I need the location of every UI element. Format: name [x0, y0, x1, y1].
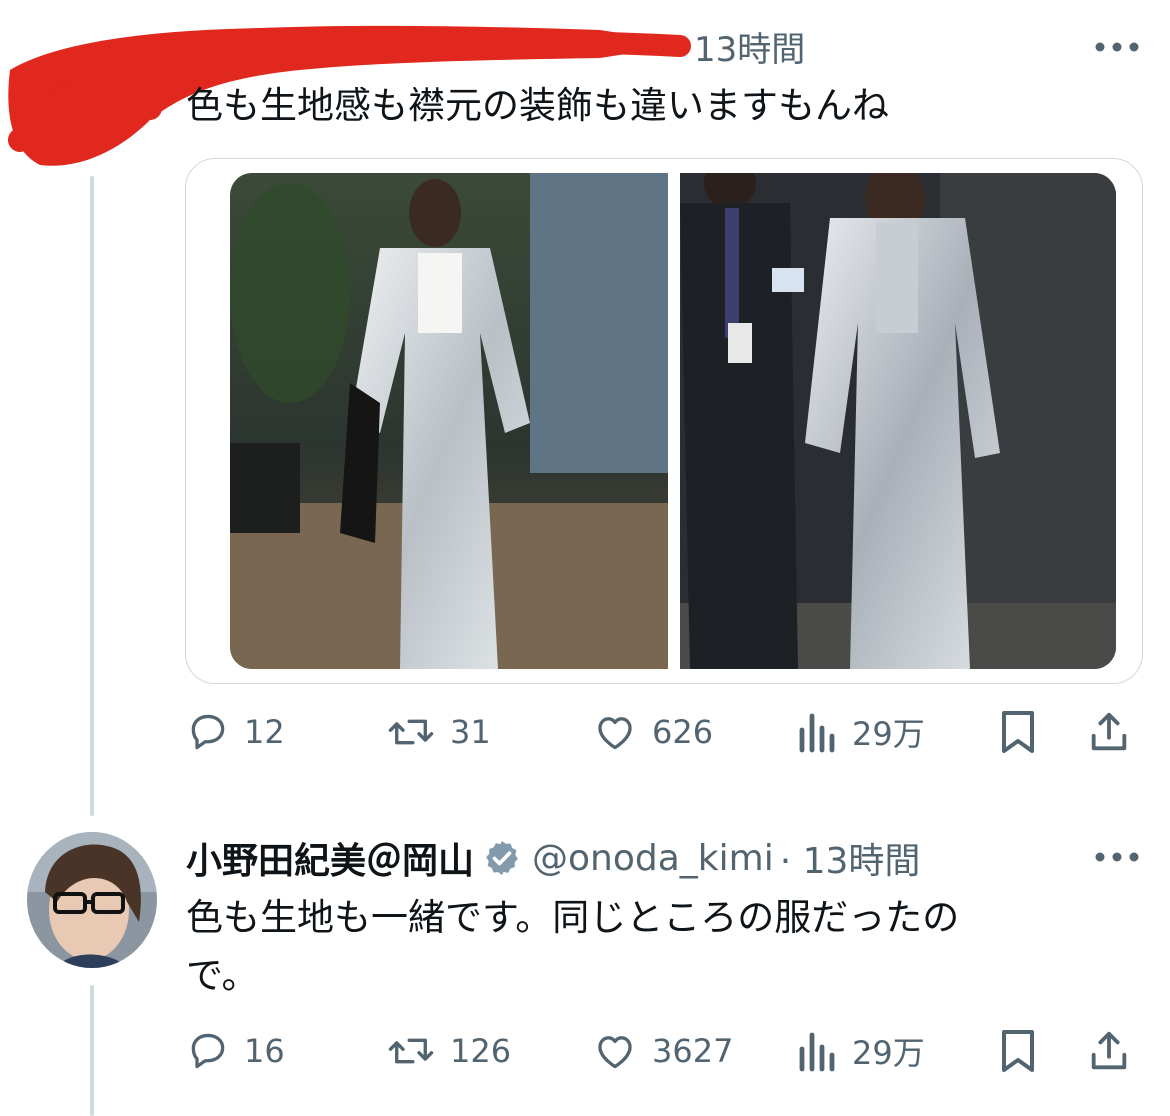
like-count: 626: [652, 713, 714, 751]
handle[interactable]: @onoda_kimi: [532, 838, 774, 879]
bookmark-icon: [1002, 1030, 1034, 1072]
bookmark-button[interactable]: [998, 702, 1038, 762]
tweet2-text-line1: 色も生地も一緒です。同じところの服だったの: [186, 896, 960, 939]
views-count: 29万: [852, 1034, 925, 1072]
reply-button[interactable]: 12: [186, 702, 285, 762]
like-icon: [598, 1036, 632, 1069]
tweet1-text: 色も生地感も襟元の装飾も違いますもんね: [186, 84, 889, 127]
views-count: 29万: [852, 715, 925, 753]
thread-line-bottom: [90, 985, 94, 1116]
retweet-icon: [388, 719, 434, 745]
photo-right[interactable]: [680, 173, 1116, 669]
tweet2-text-line2: で。: [186, 954, 259, 997]
share-icon: [1091, 712, 1127, 751]
retweet-count: 31: [450, 713, 491, 751]
thread-line-top: [90, 176, 94, 816]
retweet-icon: [388, 1038, 434, 1064]
tweet2-timestamp[interactable]: · 13時間: [780, 832, 921, 884]
share-button[interactable]: [1086, 702, 1132, 762]
like-count: 3627: [652, 1032, 734, 1070]
like-button[interactable]: 3627: [592, 1021, 733, 1081]
bookmark-button[interactable]: [998, 1021, 1038, 1081]
reply-icon: [191, 714, 225, 750]
verified-badge-icon: [486, 841, 518, 875]
bookmark-icon: [1002, 711, 1034, 753]
reply-icon: [191, 1033, 225, 1069]
views-icon: [799, 1032, 835, 1072]
display-name[interactable]: 小野田紀美＠岡山: [186, 832, 474, 884]
share-icon: [1091, 1031, 1127, 1070]
reply-count: 16: [244, 1032, 285, 1070]
tweet1-timestamp[interactable]: 13時間: [694, 22, 805, 71]
tweet1-media[interactable]: [185, 158, 1143, 684]
views-button[interactable]: 29万: [798, 1021, 925, 1081]
views-button[interactable]: 29万: [798, 702, 925, 762]
like-icon: [598, 717, 632, 750]
tweet2-header: 小野田紀美＠岡山 @onoda_kimi · 13時間: [186, 832, 920, 884]
avatar[interactable]: [27, 832, 157, 968]
like-button[interactable]: 626: [592, 702, 713, 762]
more-icon[interactable]: [1094, 38, 1140, 57]
retweet-count: 126: [450, 1032, 512, 1070]
share-button[interactable]: [1086, 1021, 1132, 1081]
photo-left[interactable]: [230, 173, 668, 669]
views-icon: [799, 713, 835, 753]
retweet-button[interactable]: 31: [386, 702, 491, 762]
tweet1-actions: 12 31 626 29万: [186, 702, 1136, 762]
reply-count: 12: [244, 713, 285, 751]
tweet2-actions: 16 126 3627 29万: [186, 1021, 1136, 1081]
more-icon[interactable]: [1094, 848, 1140, 867]
reply-button[interactable]: 16: [186, 1021, 285, 1081]
retweet-button[interactable]: 126: [386, 1021, 511, 1081]
